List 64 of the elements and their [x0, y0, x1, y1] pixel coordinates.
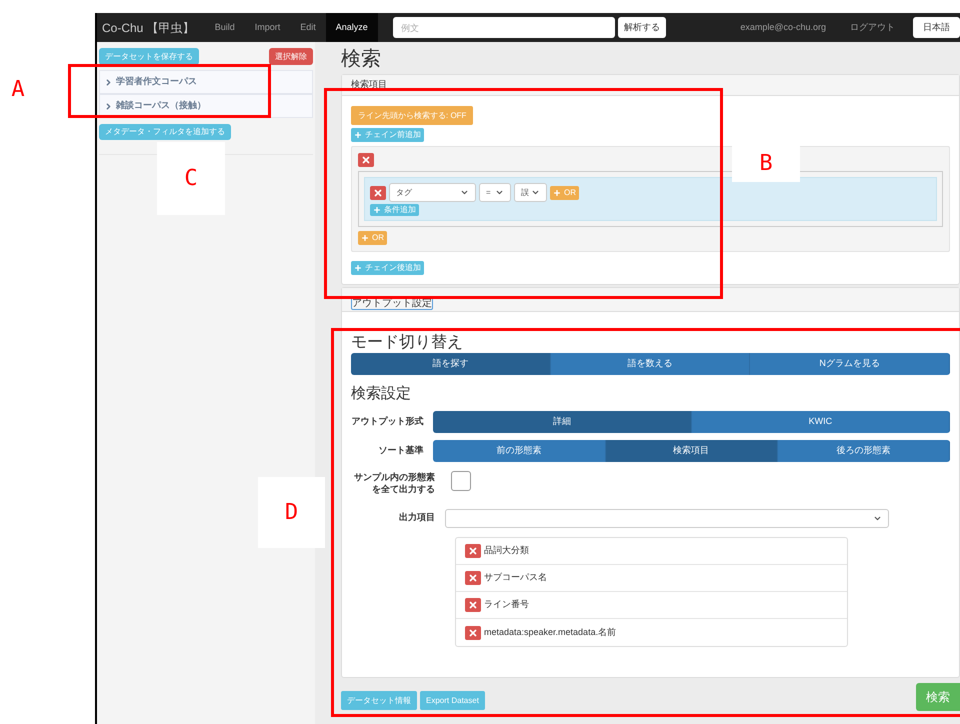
segment-tab[interactable]: KWIC: [692, 411, 950, 433]
chevron-down-icon: [531, 188, 540, 197]
output-item: 品詞大分類: [484, 544, 529, 558]
chevron-right-icon: [104, 78, 113, 86]
output-item: サブコーパス名: [484, 571, 547, 584]
close-icon: [468, 546, 478, 556]
field-label: アウトプット形式: [351, 415, 424, 428]
nav-tab[interactable]: Import: [244, 13, 290, 42]
output-item: metadata:speaker.metadata.名前: [484, 626, 616, 639]
settings-heading: 検索設定: [351, 384, 412, 404]
logout-link[interactable]: ログアウト: [850, 20, 895, 34]
output-item: ライン番号: [484, 598, 529, 612]
annotation-label: A: [10, 76, 26, 104]
remove-button[interactable]: [465, 544, 481, 558]
field-select[interactable]: タグ: [389, 183, 476, 202]
plus-icon: [553, 188, 561, 196]
remove-button[interactable]: [358, 153, 374, 167]
field-label: を全て出力する: [372, 483, 435, 495]
nav-tab[interactable]: Build: [204, 13, 245, 42]
close-icon: [361, 155, 371, 165]
segment-tab[interactable]: 前の形態素: [433, 440, 606, 462]
language-button[interactable]: 日本語: [913, 17, 960, 38]
remove-button[interactable]: [465, 598, 481, 612]
chevron-down-icon: [460, 188, 469, 197]
segment-tab[interactable]: 語を探す: [351, 353, 551, 375]
remove-button[interactable]: [465, 571, 481, 585]
segment-tab[interactable]: 詳細: [433, 411, 692, 433]
field-label: 出力項目: [398, 511, 436, 524]
field-label: ソート基準: [377, 444, 424, 458]
segment-tab[interactable]: 後ろの形態素: [778, 440, 950, 462]
annotation-label: C: [157, 142, 225, 215]
plus-icon: [361, 234, 369, 242]
operator-select[interactable]: =: [479, 183, 511, 202]
panel-header: 検索項目: [342, 75, 959, 96]
segment-tab[interactable]: 検索項目: [606, 440, 778, 462]
corpus-item[interactable]: 学習者作文コーパス: [99, 70, 313, 94]
close-icon: [468, 600, 478, 610]
plus-icon: [354, 131, 362, 139]
plus-icon: [354, 264, 362, 272]
segment-tab[interactable]: 語を数える: [550, 353, 750, 375]
parse-button[interactable]: 解析する: [618, 17, 666, 38]
annotation-label: D: [258, 477, 325, 548]
close-icon: [468, 573, 478, 583]
annotation-label: B: [732, 145, 800, 182]
nav-tab[interactable]: Edit: [290, 13, 326, 42]
field-label: サンプル内の形態素: [354, 471, 435, 483]
search-button[interactable]: 検索: [916, 683, 960, 711]
user-email: example@co-chu.org: [740, 20, 826, 34]
plus-icon: [373, 206, 381, 214]
checkbox[interactable]: [451, 471, 471, 491]
chevron-right-icon: [104, 102, 113, 110]
close-icon: [468, 628, 478, 638]
remove-button[interactable]: [370, 186, 386, 200]
value-select[interactable]: 誤: [514, 183, 547, 202]
segment-tab[interactable]: Nグラムを見る: [750, 353, 950, 375]
page-title: 検索: [341, 47, 382, 72]
chevron-down-icon: [495, 188, 504, 197]
close-icon: [373, 188, 383, 198]
nav-tab[interactable]: Analyze: [326, 13, 378, 42]
mode-heading: モード切り替え: [351, 332, 464, 353]
clear-selection-button[interactable]: 選択解除: [269, 48, 313, 65]
search-field[interactable]: 例文: [392, 17, 615, 38]
brand-title: Co-Chu 【甲虫】: [102, 20, 195, 36]
remove-button[interactable]: [465, 626, 481, 640]
